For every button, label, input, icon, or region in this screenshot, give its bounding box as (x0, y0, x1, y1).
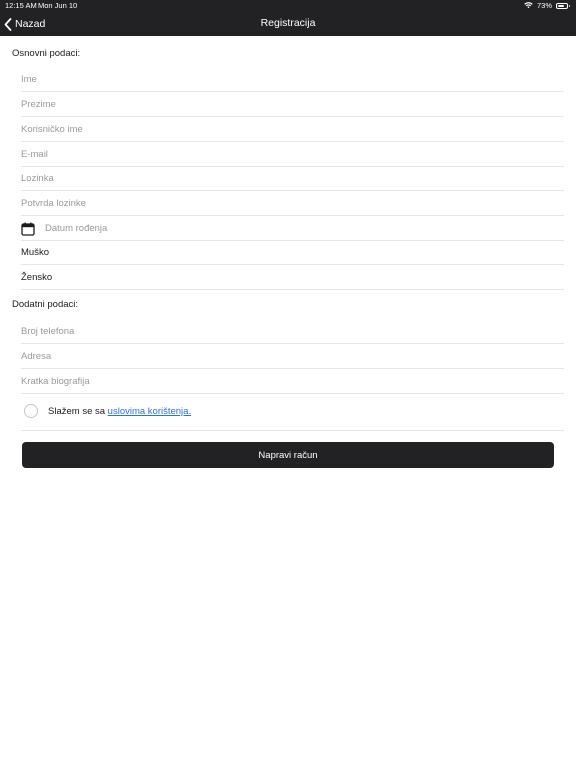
email-row (21, 143, 564, 167)
bio-input[interactable] (21, 376, 564, 387)
phone-row (21, 320, 564, 344)
page-title: Registracija (260, 17, 316, 29)
status-date: Mon Jun 10 (38, 1, 78, 10)
status-time: 12:15 AM (5, 1, 37, 10)
password-confirm-input[interactable] (21, 198, 564, 209)
battery-level-fill (558, 4, 564, 7)
phone-input[interactable] (21, 326, 564, 337)
status-bar: 12:15 AM Mon Jun 10 73% (0, 0, 576, 11)
terms-checkbox[interactable] (24, 404, 38, 418)
password-input[interactable] (21, 173, 564, 184)
gender-option-female[interactable]: Žensko (21, 266, 564, 290)
terms-link[interactable]: uslovima korištenja. (108, 406, 191, 417)
terms-row: Slažem se sa uslovima korištenja. (21, 395, 564, 431)
battery-percentage: 73% (536, 1, 552, 10)
username-row (21, 118, 564, 142)
password-row (21, 167, 564, 191)
navigation-bar: 12:15 AM Mon Jun 10 73% Nazad Registraci… (0, 0, 576, 36)
address-input[interactable] (21, 351, 564, 362)
birth-date-row[interactable] (21, 217, 564, 241)
username-input[interactable] (21, 124, 564, 135)
gender-label-male: Muško (21, 247, 49, 258)
gender-label-female: Žensko (21, 272, 53, 283)
terms-prefix: Slažem se sa (48, 406, 108, 417)
status-indicators: 73% (524, 1, 570, 10)
additional-section-title: Dodatni podaci: (12, 299, 79, 310)
address-row (21, 345, 564, 369)
gender-option-male[interactable]: Muško (21, 241, 564, 265)
battery-icon (556, 2, 570, 9)
last-name-row (21, 93, 564, 117)
bio-row (21, 370, 564, 394)
basic-section-title: Osnovni podaci: (12, 48, 81, 59)
wifi-icon (524, 2, 533, 9)
email-input[interactable] (21, 149, 564, 160)
calendar-icon (21, 222, 35, 236)
birth-date-input[interactable] (45, 223, 564, 234)
terms-text: Slažem se sa uslovima korištenja. (48, 406, 191, 417)
last-name-input[interactable] (21, 99, 564, 110)
first-name-input[interactable] (21, 74, 564, 85)
password-confirm-row (21, 192, 564, 216)
create-account-button[interactable]: Napravi račun (22, 442, 554, 468)
first-name-row (21, 68, 564, 92)
